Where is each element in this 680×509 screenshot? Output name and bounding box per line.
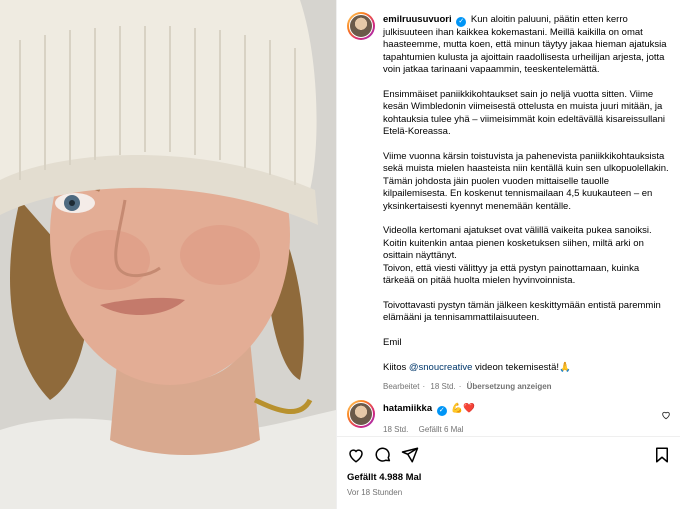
meta-separator: ·	[422, 381, 426, 391]
comment-time[interactable]: 18 Std.	[383, 425, 408, 434]
post-caption: emilruusuvuori ✓ Kun aloitin paluuni, pä…	[383, 14, 671, 393]
comment-text: 💪❤️	[451, 403, 476, 414]
post-side-panel: emilruusuvuori ✓ Kun aloitin paluuni, pä…	[336, 0, 680, 509]
comment-item: hatamiikka ✓ 💪❤️ 18 Std. Gefällt 6 Mal	[383, 403, 643, 434]
verified-icon: ✓	[456, 17, 467, 27]
commenter-avatar[interactable]	[347, 400, 375, 428]
post-image[interactable]	[0, 0, 336, 509]
heart-icon[interactable]	[347, 446, 365, 464]
commenter-username[interactable]: hatamiikka	[383, 403, 432, 414]
verified-icon: ✓	[436, 406, 447, 416]
post-time[interactable]: 18 Std.	[430, 382, 455, 391]
comment-like-heart-icon[interactable]	[661, 410, 671, 420]
caption-paragraph-2: Ensimmäiset paniikkikohtaukset sain jo n…	[383, 89, 665, 138]
bookmark-icon[interactable]	[653, 446, 671, 464]
caption-paragraph-5: Toivottavasti pystyn tämän jälkeen keski…	[383, 299, 661, 324]
caption-signature: Emil	[383, 337, 402, 349]
comment-icon[interactable]	[374, 446, 392, 464]
author-username[interactable]: emilruusuvuori	[383, 14, 452, 25]
credit-suffix: videon tekemisestä!🙏	[472, 361, 571, 373]
caption-paragraph-3: Viime vuonna kärsin toistuvista ja pahen…	[383, 151, 669, 212]
likes-count[interactable]: Gefällt 4.988 Mal	[347, 472, 421, 483]
author-avatar[interactable]	[347, 12, 375, 40]
caption-paragraph-4b: Toivon, että viesti välittyy ja että pys…	[383, 262, 640, 287]
comment-likes[interactable]: Gefällt 6 Mal	[419, 425, 464, 434]
post-timestamp[interactable]: Vor 18 Stunden	[347, 488, 402, 497]
caption-scroll-area[interactable]: emilruusuvuori ✓ Kun aloitin paluuni, pä…	[337, 0, 680, 436]
edited-label: Bearbeitet	[383, 381, 420, 391]
caption-paragraph-4a: Videolla kertomani ajatukset ovat välill…	[383, 225, 652, 262]
portrait-photo	[0, 0, 336, 509]
share-icon[interactable]	[401, 446, 419, 464]
credit-mention-link[interactable]: @snoucreative	[409, 362, 473, 373]
credit-prefix: Kiitos	[383, 361, 409, 373]
meta-separator: ·	[458, 381, 462, 391]
comment-meta: 18 Std. Gefällt 6 Mal	[383, 425, 643, 434]
translate-link[interactable]: Übersetzung anzeigen	[467, 382, 552, 391]
post-meta: Bearbeitet · 18 Std. · Übersetzung anzeige…	[383, 381, 671, 393]
